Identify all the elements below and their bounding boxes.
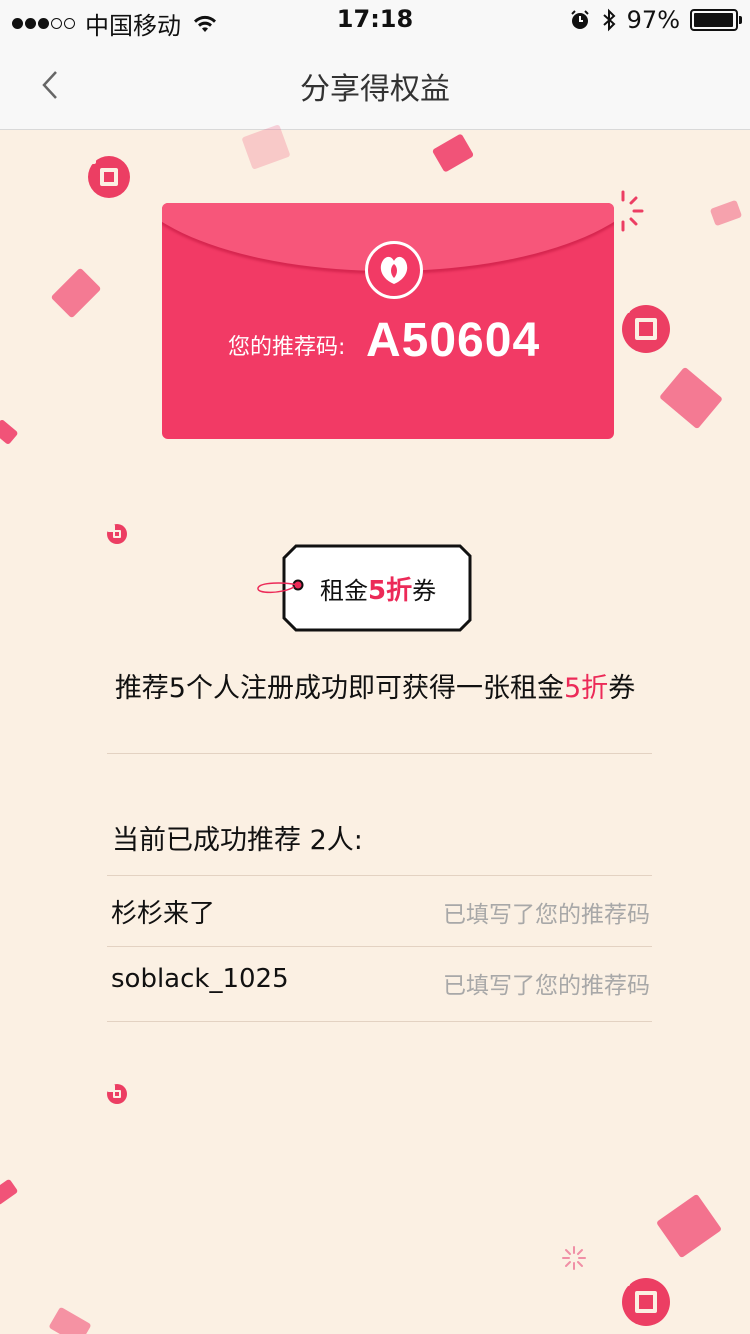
confetti-decoration [709, 199, 743, 227]
coupon-tag-suffix: 券 [412, 577, 437, 605]
referral-envelope: 您的推荐码: A50604 [162, 203, 614, 439]
alarm-icon [570, 10, 589, 29]
confetti-decoration [0, 1178, 19, 1206]
coin-decoration [622, 305, 670, 353]
sparkle-decoration [562, 1246, 586, 1270]
referral-code-label: 您的推荐码: [228, 335, 346, 360]
app-logo-icon [365, 241, 423, 299]
referral-status: 已填写了您的推荐码 [443, 973, 650, 999]
referral-user-name: soblack_1025 [111, 964, 289, 994]
promo-text: 推荐5个人注册成功即可获得一张租金 [114, 673, 564, 704]
coupon-tag-text: 租金5折券 [320, 570, 436, 607]
page-title: 分享得权益 [300, 72, 450, 107]
confetti-decoration [655, 1193, 723, 1259]
promo-description: 推荐5个人注册成功即可获得一张租金5折券 [0, 666, 750, 705]
referral-code: A50604 [366, 314, 541, 367]
referral-list-item: 杉杉来了 已填写了您的推荐码 [107, 875, 652, 947]
referral-user-name: 杉杉来了 [111, 899, 216, 929]
confetti-decoration [50, 267, 102, 319]
referral-status: 已填写了您的推荐码 [443, 902, 650, 928]
divider [107, 753, 652, 754]
battery-icon [690, 9, 742, 31]
status-bar: 中国移动 17:18 97% [0, 0, 750, 40]
navigation-bar: 分享得权益 [0, 40, 750, 130]
coin-decoration [88, 156, 130, 198]
coupon-tag: 租金5折券 [254, 544, 472, 632]
confetti-decoration [431, 133, 475, 173]
promo-discount: 5折 [564, 673, 609, 704]
bluetooth-icon [602, 8, 616, 32]
confetti-decoration [0, 418, 19, 446]
divider [107, 1021, 652, 1022]
referral-count-heading: 当前已成功推荐 2人: [112, 825, 363, 856]
battery-percentage: 97% [626, 6, 680, 34]
coin-decoration [107, 1084, 127, 1104]
confetti-decoration [48, 1306, 92, 1334]
coupon-tag-prefix: 租金 [320, 577, 368, 605]
coin-decoration [107, 524, 127, 544]
coupon-tag-discount: 5折 [368, 576, 413, 606]
promo-text-suffix: 券 [608, 673, 636, 704]
referral-list-item: soblack_1025 已填写了您的推荐码 [107, 946, 652, 1018]
coin-decoration [622, 1278, 670, 1326]
confetti-decoration [658, 366, 724, 430]
confetti-decoration [241, 124, 291, 170]
